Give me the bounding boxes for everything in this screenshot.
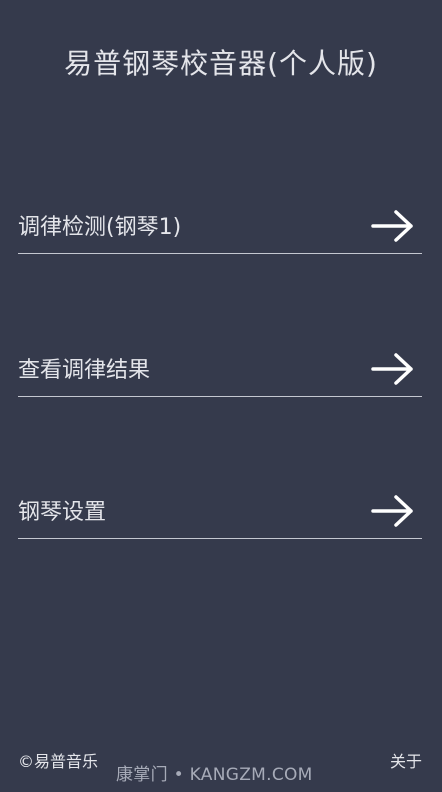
menu-item-piano-settings[interactable]: 钢琴设置 bbox=[18, 490, 422, 539]
menu-item-label: 查看调律结果 bbox=[18, 358, 151, 383]
page-title: 易普钢琴校音器(个人版) bbox=[64, 47, 378, 80]
copyright-text: ©易普音乐 bbox=[18, 752, 99, 771]
about-link[interactable]: 关于 bbox=[390, 748, 422, 772]
arrow-right-icon bbox=[371, 210, 413, 242]
menu-item-label: 钢琴设置 bbox=[18, 500, 107, 525]
arrow-right-icon bbox=[371, 495, 413, 527]
watermark-text: 康掌门 • KANGZM.COM bbox=[116, 765, 313, 785]
menu-item-tuning-check[interactable]: 调律检测(钢琴1) bbox=[18, 205, 422, 254]
menu-item-view-results[interactable]: 查看调律结果 bbox=[18, 348, 422, 397]
menu-item-label: 调律检测(钢琴1) bbox=[18, 215, 182, 240]
arrow-right-icon bbox=[371, 353, 413, 385]
